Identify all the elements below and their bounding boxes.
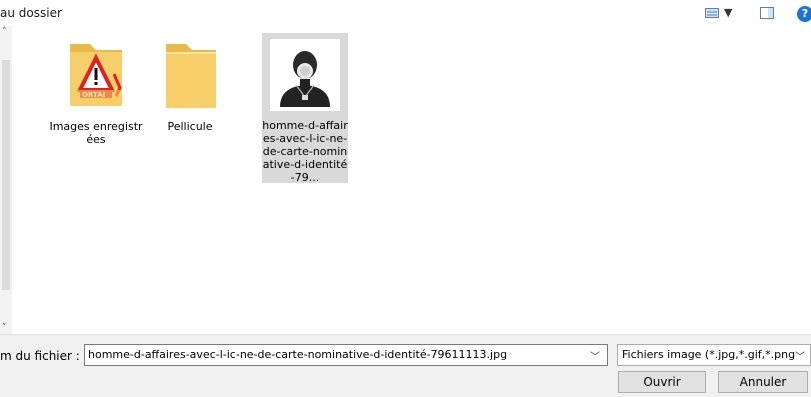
new-folder-button[interactable]: au dossier <box>0 6 62 20</box>
toolbar <box>0 0 811 26</box>
view-options-icon[interactable] <box>705 8 719 18</box>
filename-dropdown-icon[interactable]: ﹀ <box>590 348 600 363</box>
help-icon[interactable]: ? <box>797 6 811 22</box>
file-item-homme-d-affaires[interactable]: homme-d-affaires-avec-l-ic-ne-de-carte-n… <box>262 33 348 184</box>
file-item-label: Pellicule <box>167 120 213 133</box>
file-type-dropdown-icon[interactable]: ﹀ <box>795 348 805 363</box>
file-item-images-enregistrees[interactable]: ORTAI Images enregistrées <box>48 34 144 146</box>
file-item-label: homme-d-affaires-avec-l-ic-ne-de-carte-n… <box>262 119 348 184</box>
preview-pane-icon[interactable] <box>760 7 774 19</box>
folder-icon <box>142 34 238 118</box>
scroll-up-icon[interactable]: ˄ <box>2 27 7 37</box>
person-badge-thumbnail <box>262 33 348 117</box>
folder-warning-icon: ORTAI <box>48 34 144 118</box>
file-item-label: Images enregistrées <box>49 120 143 146</box>
filename-value[interactable]: homme-d-affaires-avec-l-ic-ne-de-carte-n… <box>88 348 507 361</box>
navigation-scrollbar[interactable] <box>2 60 10 290</box>
scroll-down-icon[interactable]: ˅ <box>2 323 7 333</box>
view-dropdown-icon[interactable]: ▼ <box>724 6 732 19</box>
filename-label: m du fichier : <box>0 349 80 363</box>
open-button[interactable]: Ouvrir <box>618 371 706 393</box>
cancel-button[interactable]: Annuler <box>718 371 808 393</box>
file-type-value[interactable]: Fichiers image (*.jpg,*.gif,*.png <box>622 348 795 361</box>
file-item-pellicule[interactable]: Pellicule <box>142 34 238 133</box>
file-list: ORTAI Images enregistrées Pellicule <box>12 26 811 334</box>
